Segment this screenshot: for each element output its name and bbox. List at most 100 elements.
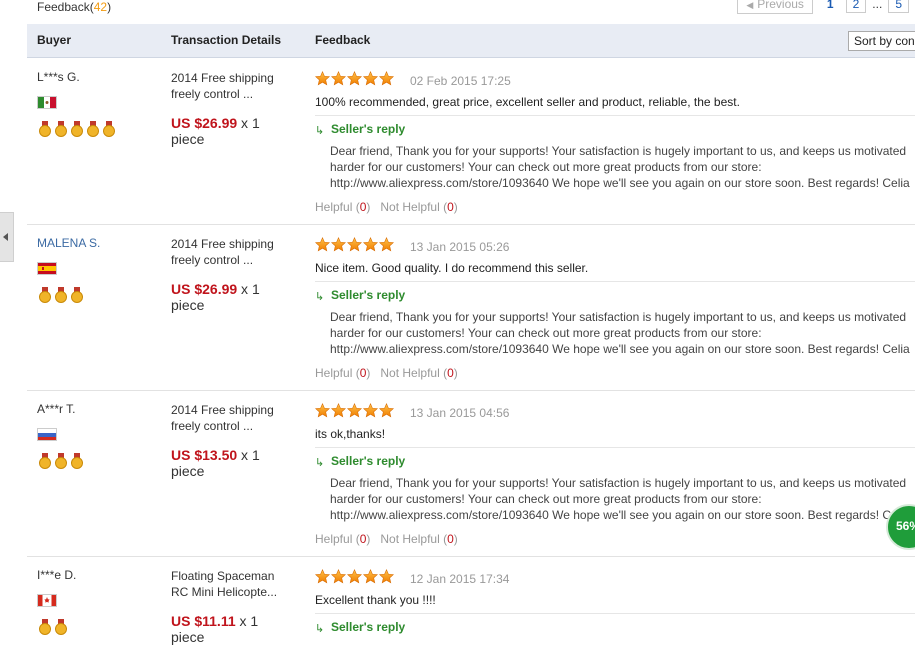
reply-line: harder for our customers! Your can check… xyxy=(330,160,762,174)
previous-page-button[interactable]: ◀ Previous xyxy=(737,0,813,14)
divider xyxy=(315,613,915,614)
divider xyxy=(315,281,915,282)
reply-line: harder for our customers! Your can check… xyxy=(330,492,762,506)
medal-icon xyxy=(39,619,51,635)
product-title-line2: freely control ... xyxy=(171,253,254,267)
order-price: US $26.99 x 1 piece xyxy=(171,115,291,147)
column-feedback: Feedback xyxy=(315,33,371,47)
medal-icon xyxy=(71,121,83,137)
reply-line: http://www.aliexpress.com/store/1093640 … xyxy=(330,176,910,190)
price-amount: US $11.11 xyxy=(171,613,236,629)
reply-line: http://www.aliexpress.com/store/1093640 … xyxy=(330,342,910,356)
reply-line: Dear friend, Thank you for your supports… xyxy=(330,144,907,158)
reply-line: harder for our customers! Your can check… xyxy=(330,326,762,340)
quantity: x 1 xyxy=(237,115,260,131)
medal-icon xyxy=(39,287,51,303)
buyer-comment: 100% recommended, great price, excellent… xyxy=(315,95,740,109)
feedback-topbar: Feedback(42) ◀ Previous 1 2 ... 5 xyxy=(0,0,915,24)
seller-reply-label: Seller's reply xyxy=(331,454,406,468)
feedback-date: 12 Jan 2015 17:34 xyxy=(410,572,510,586)
medal-icon xyxy=(71,453,83,469)
divider xyxy=(315,115,915,116)
feedback-row: L***s G. 2014 Free shipping freely control… xyxy=(27,58,915,225)
reply-arrow-icon: ↳ xyxy=(315,457,325,469)
feedback-date: 13 Jan 2015 05:26 xyxy=(410,240,510,254)
not-helpful-button[interactable]: Not Helpful (0) xyxy=(380,532,457,546)
helpful-button[interactable]: Helpful (0) xyxy=(315,532,370,546)
product-title-link[interactable]: 2014 Free shipping freely control ... xyxy=(171,402,291,434)
star-icon xyxy=(378,403,395,418)
pager-ellipsis: ... xyxy=(872,0,883,11)
star-icon xyxy=(378,237,395,252)
reply-line: http://www.aliexpress.com/store/1093640 … xyxy=(330,508,910,522)
helpful-button[interactable]: Helpful (0) xyxy=(315,200,370,214)
pagination: ◀ Previous 1 2 ... 5 xyxy=(737,0,915,14)
star-icon xyxy=(314,71,331,86)
unit: piece xyxy=(171,629,205,645)
medal-icon xyxy=(39,121,51,137)
column-buyer: Buyer xyxy=(37,33,72,47)
star-icon xyxy=(362,569,379,584)
product-title-line1: 2014 Free shipping xyxy=(171,403,274,417)
buyer-medals xyxy=(39,121,115,137)
seller-reply-label: Seller's reply xyxy=(331,288,406,302)
helpful-button[interactable]: Helpful (0) xyxy=(315,366,370,380)
page-5-link[interactable]: 5 xyxy=(888,0,909,13)
star-icon xyxy=(330,71,347,86)
divider xyxy=(315,447,915,448)
star-icon xyxy=(346,71,363,86)
product-title-line1: 2014 Free shipping xyxy=(171,71,274,85)
page-1-current: 1 xyxy=(826,0,834,11)
product-title-line2: RC Mini Helicopte... xyxy=(171,585,278,599)
not-helpful-button[interactable]: Not Helpful (0) xyxy=(380,200,457,214)
medal-icon xyxy=(71,287,83,303)
reply-arrow-icon: ↳ xyxy=(315,623,325,635)
feedback-heading: Feedback(42) xyxy=(37,0,112,14)
reply-line: Dear friend, Thank you for your supports… xyxy=(330,476,907,490)
star-rating xyxy=(314,237,395,252)
buyer-comment: its ok,thanks! xyxy=(315,427,386,441)
buyer-medals xyxy=(39,619,67,635)
helpful-votes: Helpful (0) Not Helpful (0) xyxy=(315,532,458,546)
unit: piece xyxy=(171,463,205,479)
star-icon xyxy=(330,237,347,252)
product-title-line1: Floating Spaceman xyxy=(171,569,275,583)
not-helpful-button[interactable]: Not Helpful (0) xyxy=(380,366,457,380)
feedback-count: 42 xyxy=(93,0,108,14)
sort-select[interactable]: Sort by con xyxy=(848,31,915,51)
star-icon xyxy=(362,237,379,252)
seller-reply-text: Dear friend, Thank you for your supports… xyxy=(330,475,915,523)
star-icon xyxy=(346,403,363,418)
feedback-label: Feedback xyxy=(37,0,90,14)
star-icon xyxy=(314,237,331,252)
buyer-name: L***s G. xyxy=(37,70,80,84)
product-title-link[interactable]: Floating Spaceman RC Mini Helicopte... xyxy=(171,568,291,600)
side-collapse-tab[interactable] xyxy=(0,212,14,262)
star-rating xyxy=(314,569,395,584)
country-flag-icon xyxy=(37,594,57,607)
product-title-link[interactable]: 2014 Free shipping freely control ... xyxy=(171,70,291,102)
reply-arrow-icon: ↳ xyxy=(315,125,325,137)
star-icon xyxy=(330,569,347,584)
medal-icon xyxy=(55,121,67,137)
feedback-row: I***e D. Floating Spaceman RC Mini Helicop… xyxy=(27,556,915,646)
unit: piece xyxy=(171,297,205,313)
product-title-link[interactable]: 2014 Free shipping freely control ... xyxy=(171,236,291,268)
medal-icon xyxy=(55,287,67,303)
medal-icon xyxy=(39,453,51,469)
buyer-medals xyxy=(39,453,83,469)
buyer-name: I***e D. xyxy=(37,568,77,582)
helpful-votes: Helpful (0) Not Helpful (0) xyxy=(315,366,458,380)
buyer-name: A***r T. xyxy=(37,402,76,416)
buyer-name[interactable]: MALENA S. xyxy=(37,236,100,250)
reply-arrow-icon: ↳ xyxy=(315,291,325,303)
price-amount: US $26.99 xyxy=(171,281,238,297)
star-icon xyxy=(346,569,363,584)
medal-icon xyxy=(87,121,99,137)
star-icon xyxy=(362,71,379,86)
star-icon xyxy=(378,71,395,86)
column-transaction: Transaction Details xyxy=(171,33,282,47)
page-2-link[interactable]: 2 xyxy=(845,0,867,13)
order-price: US $26.99 x 1 piece xyxy=(171,281,291,313)
medal-icon xyxy=(55,619,67,635)
